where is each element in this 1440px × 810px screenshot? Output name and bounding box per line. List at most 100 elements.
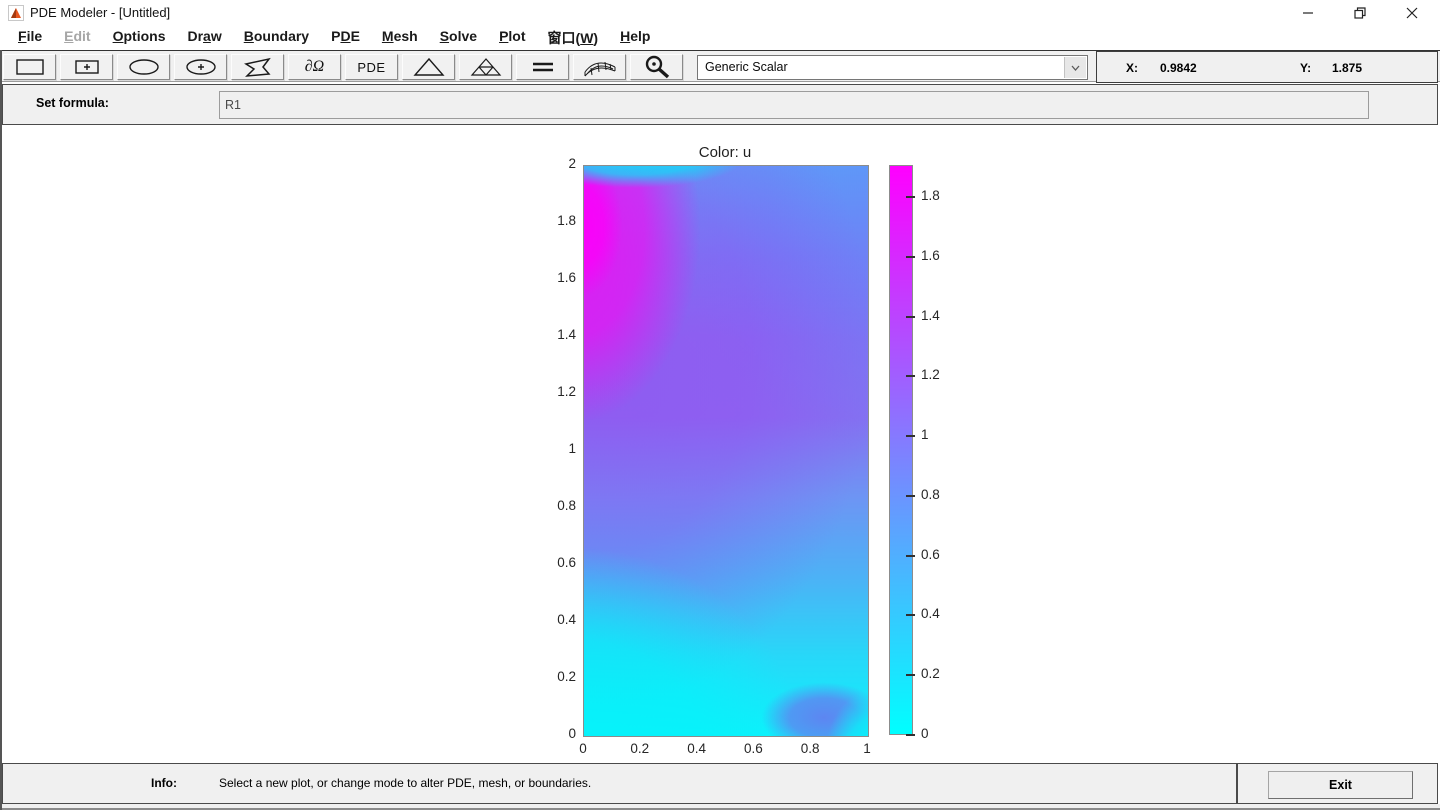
x-axis-tick-label: 0.2 — [618, 741, 662, 756]
y-axis-tick-label: 0.8 — [528, 498, 576, 513]
x-axis-tick-label: 0.4 — [675, 741, 719, 756]
solve-button[interactable] — [516, 54, 569, 80]
cursor-coordinates-panel: X: 0.9842 Y: 1.875 — [1096, 51, 1438, 83]
equals-icon — [528, 58, 558, 76]
info-message: Select a new plot, or change mode to alt… — [219, 776, 591, 790]
colorbar-tick-label: 0 — [921, 726, 929, 741]
colorbar-tick-label: 0.6 — [921, 547, 940, 562]
plot-type-value: Generic Scalar — [705, 60, 788, 74]
restore-button[interactable] — [1337, 0, 1383, 26]
colorbar-tick — [906, 196, 915, 198]
chevron-down-icon — [1071, 65, 1080, 71]
x-coord-value: 0.9842 — [1160, 61, 1197, 75]
minimize-button[interactable] — [1285, 0, 1331, 26]
colorbar-tick-label: 1.8 — [921, 188, 940, 203]
colorbar-tick-label: 1.4 — [921, 308, 940, 323]
matlab-app-icon — [8, 5, 24, 21]
plot-3d-button[interactable] — [573, 54, 626, 80]
draw-rectangle-button[interactable] — [3, 54, 56, 80]
y-axis-tick-label: 1.6 — [528, 270, 576, 285]
refine-mesh-button[interactable] — [459, 54, 512, 80]
colorbar-tick — [906, 614, 915, 616]
info-bar: Info: Select a new plot, or change mode … — [2, 763, 1237, 804]
triangle-icon — [412, 55, 446, 79]
menu-item-boundary[interactable]: Boundary — [233, 26, 320, 50]
zoom-button[interactable] — [630, 54, 683, 80]
menu-item-edit[interactable]: Edit — [53, 26, 101, 50]
menu-item-plot[interactable]: Plot — [488, 26, 536, 50]
x-coord-label: X: — [1126, 61, 1138, 75]
title-bar: PDE Modeler - [Untitled] — [0, 0, 1440, 26]
colorbar-tick-label: 1.2 — [921, 367, 940, 382]
plot-title: Color: u — [583, 144, 867, 161]
pde-mode-button[interactable]: PDE — [345, 54, 398, 80]
pde-label-icon: PDE — [357, 60, 385, 75]
dropdown-arrow[interactable] — [1064, 57, 1086, 78]
colorbar-tick-label: 0.4 — [921, 606, 940, 621]
y-axis-tick-label: 1 — [528, 441, 576, 456]
ellipse-plus-icon — [183, 56, 219, 78]
y-axis-tick-label: 0.6 — [528, 555, 576, 570]
y-axis-tick-label: 1.8 — [528, 213, 576, 228]
x-axis-tick-label: 0 — [561, 741, 605, 756]
x-axis-tick-label: 0.6 — [731, 741, 775, 756]
menu-item-options[interactable]: Options — [102, 26, 177, 50]
ellipse-icon — [126, 56, 162, 78]
y-axis-tick-label: 2 — [528, 156, 576, 171]
y-coord-label: Y: — [1300, 61, 1311, 75]
info-label: Info: — [151, 776, 177, 790]
colorbar-tick-label: 1.6 — [921, 248, 940, 263]
polygon-icon — [241, 55, 275, 79]
set-formula-label: Set formula: — [36, 96, 109, 110]
menu-bar: FileEditOptionsDrawBoundaryPDEMeshSolveP… — [0, 26, 1440, 50]
menu-item-mesh[interactable]: Mesh — [371, 26, 429, 50]
colorbar-tick-label: 0.2 — [921, 666, 940, 681]
draw-ellipse-button[interactable] — [117, 54, 170, 80]
menu-item-pde[interactable]: PDE — [320, 26, 371, 50]
restore-icon — [1354, 7, 1366, 19]
exit-button[interactable]: Exit — [1268, 771, 1413, 799]
colorbar-tick — [906, 375, 915, 377]
x-axis-tick-label: 1 — [845, 741, 889, 756]
plot-type-dropdown[interactable]: Generic Scalar — [697, 55, 1088, 80]
y-axis-tick-label: 0.4 — [528, 612, 576, 627]
colorbar-tick — [906, 555, 915, 557]
surface-mesh-icon — [582, 55, 618, 79]
y-axis-tick-label: 1.2 — [528, 384, 576, 399]
draw-polygon-button[interactable] — [231, 54, 284, 80]
colorbar-tick-label: 0.8 — [921, 487, 940, 502]
y-axis-tick-label: 0.2 — [528, 669, 576, 684]
mesh-button[interactable] — [402, 54, 455, 80]
y-axis-tick-label: 0 — [528, 726, 576, 741]
menu-item-draw[interactable]: Draw — [176, 26, 232, 50]
menu-item-file[interactable]: File — [7, 26, 53, 50]
x-axis-tick-label: 0.8 — [788, 741, 832, 756]
rectangle-icon — [13, 56, 47, 78]
refined-triangle-icon — [469, 55, 503, 79]
colorbar-tick-label: 1 — [921, 427, 929, 442]
toolbar: ∂Ω PDE Generic Scalar X: 0.9842 Y: 1.875 — [0, 50, 1440, 82]
boundary-mode-button[interactable]: ∂Ω — [288, 54, 341, 80]
window-bottom-edge — [0, 804, 1440, 810]
draw-ellipse-centered-button[interactable] — [174, 54, 227, 80]
y-coord-value: 1.875 — [1332, 61, 1362, 75]
exit-panel: Exit — [1237, 763, 1438, 804]
colorbar — [889, 165, 913, 735]
set-formula-input[interactable] — [219, 91, 1369, 119]
minimize-icon — [1302, 7, 1314, 19]
boundary-domega-icon: ∂Ω — [305, 58, 324, 76]
colorbar-tick — [906, 734, 915, 736]
set-formula-panel: Set formula: — [2, 84, 1438, 125]
draw-rectangle-centered-button[interactable] — [60, 54, 113, 80]
menu-item-window[interactable]: 窗口(W) — [537, 26, 610, 50]
close-button[interactable] — [1389, 0, 1435, 26]
solution-plot-canvas[interactable] — [583, 165, 869, 737]
close-icon — [1406, 7, 1418, 19]
menu-item-solve[interactable]: Solve — [429, 26, 488, 50]
y-axis-tick-label: 1.4 — [528, 327, 576, 342]
menu-item-help[interactable]: Help — [609, 26, 661, 50]
colorbar-tick — [906, 435, 915, 437]
colorbar-tick — [906, 256, 915, 258]
colorbar-tick — [906, 674, 915, 676]
colorbar-tick — [906, 495, 915, 497]
